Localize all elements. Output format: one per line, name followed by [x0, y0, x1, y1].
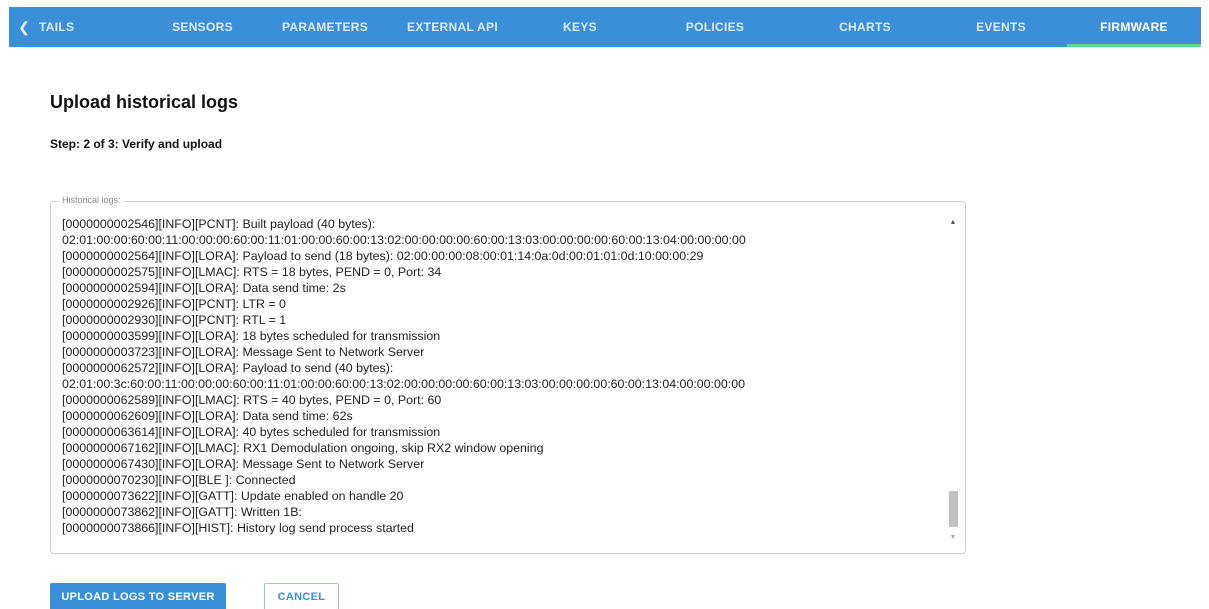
log-line: [0000000002926][INFO][PCNT]: LTR = 0 [62, 297, 286, 311]
tab-sensors[interactable]: SENSORS [135, 7, 270, 47]
tab-external-api[interactable]: EXTERNAL API [380, 7, 525, 47]
tab-charts[interactable]: CHARTS [795, 7, 935, 47]
page-title: Upload historical logs [50, 92, 239, 112]
log-line: [0000000073622][INFO][GATT]: Update enab… [62, 489, 404, 503]
log-line: [0000000003723][INFO][LORA]: Message Sen… [62, 345, 425, 359]
tab-details[interactable]: TAILS [39, 7, 135, 47]
scroll-down-icon[interactable]: ▼ [947, 531, 959, 543]
historical-logs-field: Historical logs: [0000000002546][INFO][P… [50, 195, 966, 554]
historical-logs-textarea[interactable]: [0000000002546][INFO][PCNT]: Built paylo… [62, 216, 937, 546]
tab-bar: ❮ TAILS SENSORS PARAMETERS EXTERNAL API … [9, 7, 1201, 47]
log-line: [0000000063614][INFO][LORA]: 40 bytes sc… [62, 425, 441, 439]
cancel-button[interactable]: CANCEL [264, 583, 339, 609]
log-line: [0000000002930][INFO][PCNT]: RTL = 1 [62, 313, 287, 327]
log-line: 02:01:00:00:60:00:11:00:00:00:60:00:11:0… [62, 233, 746, 247]
log-line: [0000000062589][INFO][LMAC]: RTS = 40 by… [62, 393, 442, 407]
logs-scrollbar[interactable]: ▲ ▼ [947, 216, 959, 543]
tab-policies[interactable]: POLICIES [635, 7, 795, 47]
tab-firmware[interactable]: FIRMWARE [1067, 7, 1201, 47]
log-line: [0000000003599][INFO][LORA]: 18 bytes sc… [62, 329, 441, 343]
tab-keys[interactable]: KEYS [525, 7, 635, 47]
chevron-left-icon[interactable]: ❮ [9, 7, 39, 47]
log-line: [0000000067162][INFO][LMAC]: RX1 Demodul… [62, 441, 544, 455]
log-line: 02:01:00:3c:60:00:11:00:00:00:60:00:11:0… [62, 377, 746, 391]
tab-parameters[interactable]: PARAMETERS [270, 7, 380, 47]
log-line: [0000000002564][INFO][LORA]: Payload to … [62, 249, 704, 263]
tab-events[interactable]: EVENTS [935, 7, 1067, 47]
log-line: [0000000073866][INFO][HIST]: History log… [62, 521, 414, 535]
log-line: [0000000002594][INFO][LORA]: Data send t… [62, 281, 346, 295]
log-line: [0000000002575][INFO][LMAC]: RTS = 18 by… [62, 265, 442, 279]
log-line: [0000000070230][INFO][BLE ]: Connected [62, 473, 296, 487]
historical-logs-label: Historical logs: [59, 195, 124, 205]
log-line: [0000000062572][INFO][LORA]: Payload to … [62, 361, 394, 375]
log-line: [0000000067430][INFO][LORA]: Message Sen… [62, 457, 425, 471]
scroll-up-icon[interactable]: ▲ [947, 216, 959, 228]
step-indicator: Step: 2 of 3: Verify and upload [50, 137, 223, 151]
log-line: [0000000073862][INFO][GATT]: Written 1B: [62, 505, 302, 519]
log-line: [0000000062609][INFO][LORA]: Data send t… [62, 409, 353, 423]
scroll-thumb[interactable] [949, 491, 958, 527]
log-line: [0000000002546][INFO][PCNT]: Built paylo… [62, 217, 376, 231]
upload-logs-button[interactable]: UPLOAD LOGS TO SERVER [50, 583, 226, 609]
